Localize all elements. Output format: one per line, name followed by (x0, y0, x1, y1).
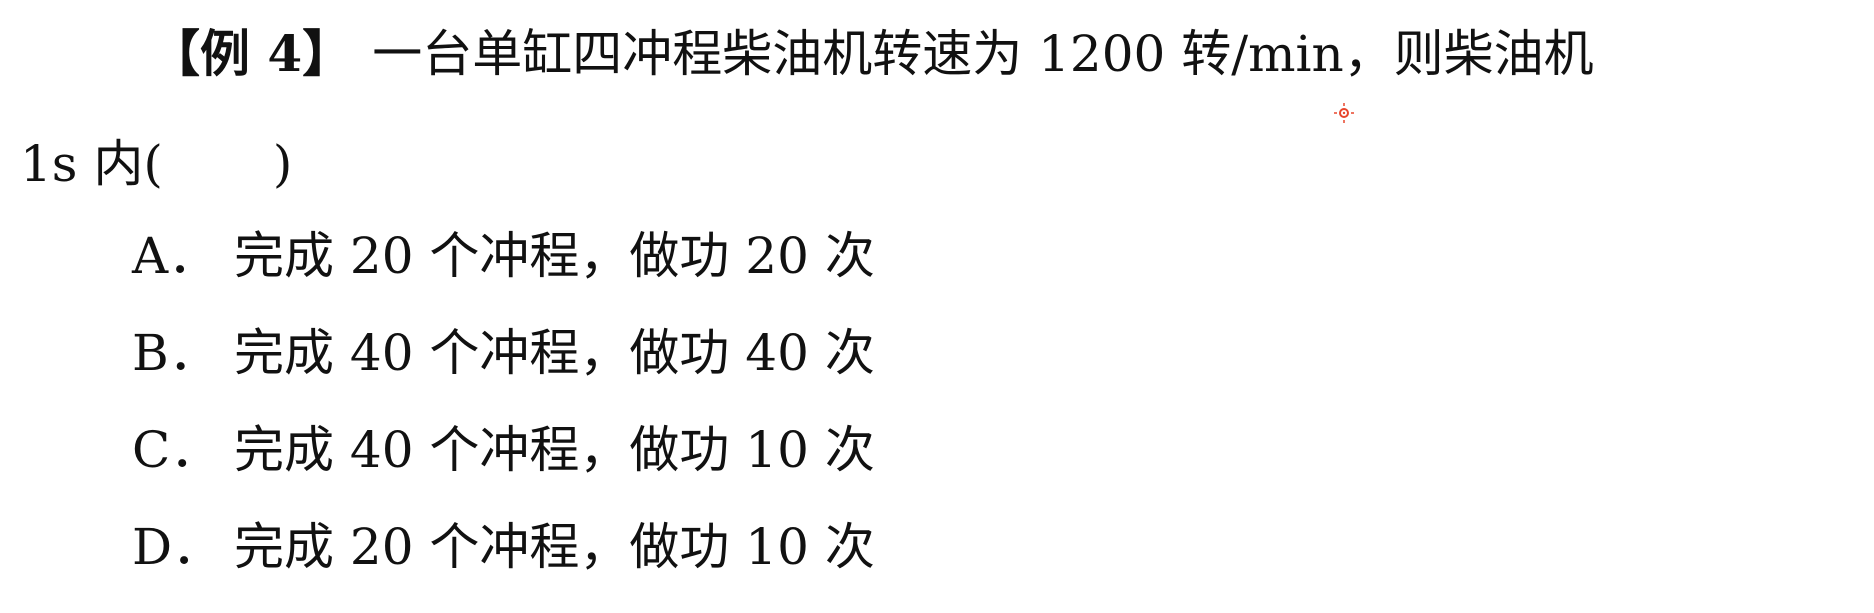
question-slide: 【例 4】 一台单缸四冲程柴油机转速为 1200 转/min，则柴油机 1s 内(… (0, 0, 1874, 613)
option-text: 完成 20 个冲程，做功 20 次 (234, 227, 875, 285)
crosshair-cursor-icon (1334, 103, 1354, 123)
question-stem-line-2: 1s 内() (20, 130, 292, 198)
option-c[interactable]: C． 完成 40 个冲程，做功 10 次 (132, 416, 875, 513)
example-label: 【例 4】 (150, 24, 353, 83)
question-stem-continuation: 1s 内( (20, 135, 163, 193)
option-text: 完成 40 个冲程，做功 10 次 (234, 421, 875, 479)
crosshair-cursor-graphic (1334, 103, 1354, 123)
option-text: 完成 40 个冲程，做功 40 次 (234, 324, 875, 382)
question-stem-close-paren: ) (272, 135, 293, 193)
option-letter: C． (132, 421, 221, 479)
option-b[interactable]: B． 完成 40 个冲程，做功 40 次 (132, 319, 875, 416)
question-stem-text: 一台单缸四冲程柴油机转速为 1200 转/min，则柴油机 (372, 25, 1594, 83)
options-list: A． 完成 20 个冲程，做功 20 次 B． 完成 40 个冲程，做功 40 次 … (132, 222, 875, 610)
option-text: 完成 20 个冲程，做功 10 次 (234, 518, 875, 576)
question-stem-line-1: 【例 4】 一台单缸四冲程柴油机转速为 1200 转/min，则柴油机 (150, 20, 1594, 88)
option-letter: D． (132, 518, 223, 576)
cursor-dot (1342, 111, 1346, 115)
option-a[interactable]: A． 完成 20 个冲程，做功 20 次 (132, 222, 875, 319)
option-d[interactable]: D． 完成 20 个冲程，做功 10 次 (132, 513, 875, 610)
option-letter: B． (132, 324, 219, 382)
option-letter: A． (132, 227, 219, 285)
